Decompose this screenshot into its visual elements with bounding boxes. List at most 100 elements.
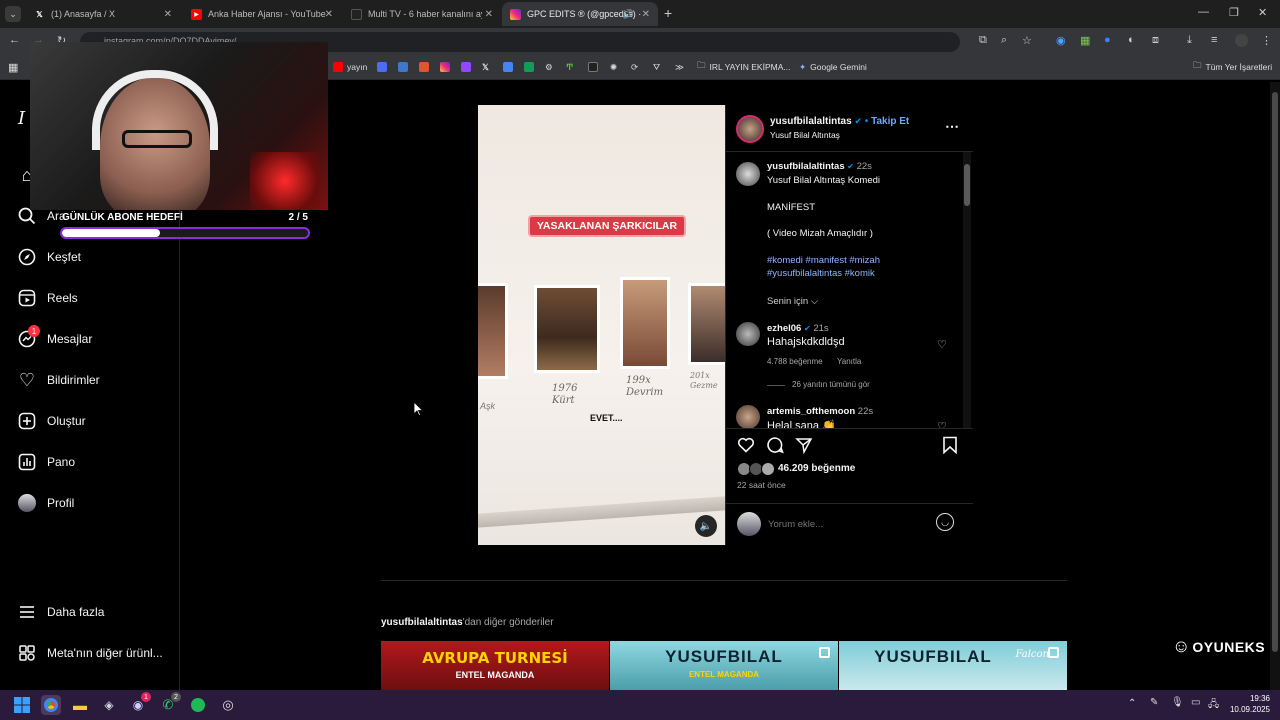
- follow-button[interactable]: Takip Et: [871, 116, 909, 127]
- twitch-icon[interactable]: [461, 60, 475, 74]
- extension-icon[interactable]: ●: [1104, 34, 1111, 46]
- like-comment-icon[interactable]: ♡: [937, 338, 947, 351]
- minimize-icon[interactable]: —: [1198, 6, 1209, 18]
- extension-icon[interactable]: ◉: [1056, 34, 1066, 47]
- author-username[interactable]: yusufbilalaltintas: [381, 617, 463, 628]
- network-icon[interactable]: 🖧: [1208, 697, 1219, 714]
- bookmark-icon[interactable]: [398, 60, 412, 74]
- instagram-icon[interactable]: [440, 60, 454, 74]
- scrollbar-thumb[interactable]: [964, 164, 970, 206]
- extension-icon[interactable]: ▦: [1080, 34, 1090, 47]
- windows-start-icon[interactable]: [12, 695, 32, 715]
- bookmark-yayin[interactable]: yayın: [333, 60, 367, 74]
- sidebar-item-explore[interactable]: Keşfet: [18, 248, 81, 266]
- commenter-username[interactable]: ezhel06: [767, 323, 801, 334]
- author-avatar[interactable]: [736, 162, 760, 186]
- author-avatar[interactable]: [736, 115, 764, 143]
- display-icon[interactable]: ▭: [1191, 697, 1200, 708]
- reply-button[interactable]: Yanıtla: [837, 357, 861, 366]
- install-app-icon[interactable]: ⧉: [979, 34, 987, 47]
- media-control-icon[interactable]: ≡: [1211, 34, 1217, 46]
- bookmark-icon[interactable]: [377, 60, 391, 74]
- bookmark-icon[interactable]: Ͳ: [566, 60, 573, 74]
- sheets-icon[interactable]: [524, 60, 538, 74]
- comment-input[interactable]: [768, 515, 928, 533]
- bookmark-icon[interactable]: ≫: [675, 60, 684, 74]
- close-window-icon[interactable]: ✕: [1258, 6, 1267, 19]
- profile-avatar[interactable]: [1235, 34, 1248, 47]
- tab-youtube[interactable]: ▶ Anka Haber Ajansı - YouTube ✕: [183, 2, 341, 26]
- sidebar-item-profile[interactable]: Profil: [18, 494, 74, 512]
- star-icon[interactable]: ☆: [1022, 34, 1032, 47]
- new-tab-button[interactable]: +: [664, 5, 672, 21]
- sidebar-item-dashboard[interactable]: Pano: [18, 453, 75, 471]
- bookmark-gemini[interactable]: ✦ Google Gemini: [799, 60, 867, 74]
- view-replies-link[interactable]: 26 yanıtın tümünü gör: [792, 380, 870, 389]
- bookmark-icon[interactable]: ⟳: [631, 60, 638, 74]
- sidebar-item-reels[interactable]: Reels: [18, 289, 78, 307]
- zoom-icon[interactable]: ⌕: [1001, 34, 1007, 47]
- obs-icon[interactable]: ◎: [218, 695, 238, 715]
- emoji-icon[interactable]: ◡: [936, 513, 954, 531]
- author-username[interactable]: yusufbilalaltintas: [767, 161, 845, 172]
- clock[interactable]: 19:36 10.09.2025: [1226, 693, 1270, 715]
- post-thumbnail[interactable]: YUSUFBILAL ENTEL MAGANDA: [610, 641, 838, 690]
- chrome-icon[interactable]: [41, 695, 61, 715]
- x-logo-icon[interactable]: 𝕏: [482, 60, 489, 74]
- like-button[interactable]: [737, 436, 755, 459]
- sidebar-item-messages[interactable]: 1 Mesajlar: [18, 325, 92, 348]
- menu-icon[interactable]: ⋮: [1261, 34, 1272, 47]
- restore-icon[interactable]: ❐: [1229, 6, 1239, 19]
- file-explorer-icon[interactable]: ▬: [70, 695, 90, 715]
- microphone-icon[interactable]: 🎙: [1171, 697, 1184, 708]
- back-icon[interactable]: ←: [9, 34, 20, 46]
- bookmark-icon[interactable]: [588, 60, 602, 74]
- mute-button[interactable]: 🔈: [695, 515, 717, 537]
- bookmark-icon[interactable]: ⚙: [545, 60, 553, 74]
- bookmark-icon[interactable]: ✺: [610, 60, 617, 74]
- discord-icon[interactable]: ◉ 1: [128, 692, 151, 715]
- more-options-icon[interactable]: ⋯: [945, 118, 959, 135]
- commenter-avatar[interactable]: [736, 322, 760, 346]
- instagram-logo[interactable]: I: [18, 108, 25, 129]
- caption-hashtags[interactable]: #komedi #manifest #mizah: [767, 255, 880, 266]
- commenter-avatar[interactable]: [736, 405, 760, 428]
- post-video[interactable]: YASAKLANAN ŞARKICILAR 1976 Kürt 199x Dev…: [478, 105, 725, 545]
- like-comment-icon[interactable]: ♡: [937, 420, 947, 428]
- sidebar-item-more[interactable]: Daha fazla: [18, 603, 104, 621]
- docs-icon[interactable]: [503, 60, 517, 74]
- sidebar-item-meta[interactable]: Meta'nın diğer ürünl...: [18, 644, 163, 662]
- tray-chevron-icon[interactable]: ⌃: [1128, 698, 1136, 709]
- post-thumbnail[interactable]: YUSUFBILAL Falcon: [839, 641, 1067, 690]
- tab-x[interactable]: 𝕏 (1) Anasayfa / X ✕: [26, 2, 180, 26]
- like-count[interactable]: 46.209 beğenme: [778, 463, 855, 474]
- save-button[interactable]: [942, 436, 958, 459]
- steam-icon[interactable]: ◈: [99, 695, 119, 715]
- puzzle-icon[interactable]: ⧈: [1152, 34, 1159, 47]
- comment-button[interactable]: [766, 436, 784, 459]
- comment-likes[interactable]: 4.788 beğenme: [767, 357, 823, 366]
- sidebar-item-create[interactable]: Oluştur: [18, 412, 86, 430]
- tab-instagram[interactable]: GPC EDITS ® (@gpcedits) · 🔊 ✕: [502, 2, 658, 26]
- share-button[interactable]: [795, 436, 813, 459]
- all-bookmarks[interactable]: 🗀 Tüm Yer İşaretleri: [1193, 60, 1272, 74]
- close-icon[interactable]: ✕: [164, 9, 172, 20]
- bookmark-folder[interactable]: 🗀 IRL YAYIN EKİPMA...: [697, 60, 790, 74]
- scrollbar[interactable]: [963, 152, 971, 428]
- post-thumbnail[interactable]: AVRUPA TURNESİ ENTEL MAGANDA: [381, 641, 609, 690]
- page-scrollbar-thumb[interactable]: [1272, 92, 1278, 652]
- extension-icon[interactable]: ◐: [1128, 34, 1135, 46]
- commenter-username[interactable]: artemis_ofthemoon: [767, 406, 855, 417]
- tab-multitv[interactable]: Multi TV - 6 haber kanalını ayn ✕: [343, 2, 501, 26]
- page-scrollbar[interactable]: [1270, 82, 1280, 690]
- download-icon[interactable]: ⤓: [1187, 34, 1192, 47]
- close-icon[interactable]: ✕: [325, 9, 333, 20]
- bookmark-icon[interactable]: ⛛: [653, 60, 660, 74]
- author-username[interactable]: yusufbilalaltintas: [770, 116, 852, 127]
- whatsapp-icon[interactable]: ✆ 2: [158, 692, 181, 715]
- tab-search-button[interactable]: ⌄: [5, 6, 21, 22]
- spotify-icon[interactable]: [188, 695, 208, 715]
- apps-icon[interactable]: ▦: [8, 60, 18, 74]
- caption-hashtags[interactable]: #yusufbilalaltintas #komik: [767, 268, 875, 279]
- for-you-dropdown[interactable]: Senin için ⌵: [767, 296, 818, 307]
